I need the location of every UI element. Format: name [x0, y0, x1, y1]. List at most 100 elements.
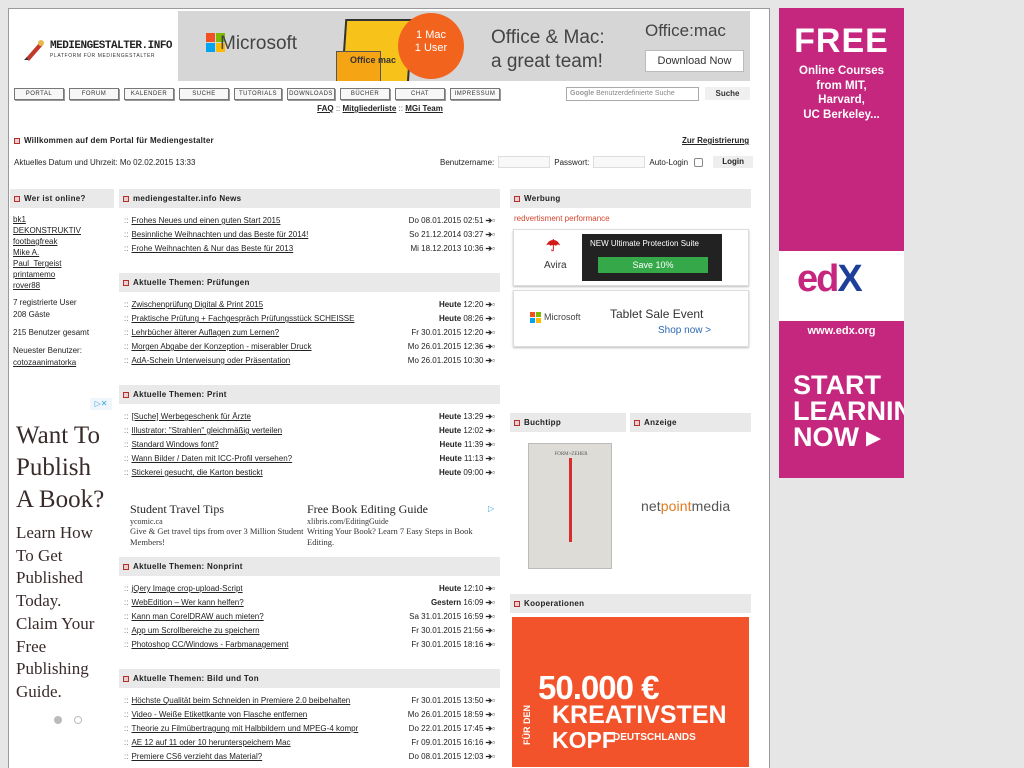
online-user-link[interactable]: footbagfreak	[13, 236, 111, 247]
netpointmedia-ad[interactable]: netpointmedia	[641, 498, 730, 514]
online-user-link[interactable]: Paul_Tergeist	[13, 258, 111, 269]
microsoft-tablet-ad[interactable]: Microsoft Tablet Sale Event Shop now >	[513, 290, 749, 347]
nav-item[interactable]: CHAT	[395, 88, 445, 100]
edx-cta[interactable]: STARTLEARNINGNOW ▸	[793, 372, 904, 451]
password-field[interactable]	[593, 156, 646, 168]
text-ad-block[interactable]: Student Travel Tips ycomic.ca Give & Get…	[119, 494, 500, 556]
member-list-link[interactable]: Mitgliederliste	[343, 104, 397, 113]
topic-link[interactable]: Frohe Weihnachten & Nur das Beste für 20…	[131, 244, 293, 253]
team-link[interactable]: MGi Team	[405, 104, 443, 113]
search-button[interactable]: Suche	[705, 87, 750, 100]
topic-link[interactable]: jQery Image crop-upload-Script	[131, 584, 242, 593]
license-badge: 1 Mac 1 User	[398, 13, 464, 79]
topic-link[interactable]: Standard Windows font?	[131, 440, 218, 449]
username-field[interactable]	[498, 156, 551, 168]
online-user-link[interactable]: bk1	[13, 214, 111, 225]
topic-link[interactable]: Illustrator: "Strahlen" gleichmäßig vert…	[131, 426, 282, 435]
publish-book-ad[interactable]: ▷✕ Want To Publish A Book? Learn How To Get…	[10, 398, 114, 738]
goto-last-post-icon[interactable]: ➔▫	[485, 230, 495, 239]
topic-link[interactable]: App um Scrollbereiche zu speichern	[131, 626, 259, 635]
adchoices-icon[interactable]: ▷	[488, 504, 500, 516]
topic-link[interactable]: AdA-Schein Unterweisung oder Präsentatio…	[131, 356, 290, 365]
goto-last-post-icon[interactable]: ➔▫	[485, 696, 495, 705]
nav-item[interactable]: PORTAL	[14, 88, 64, 100]
goto-last-post-icon[interactable]: ➔▫	[485, 752, 495, 761]
online-user-link[interactable]: printamemo	[13, 269, 111, 280]
topic-link[interactable]: [Suche] Werbegeschenk für Ärzte	[131, 412, 250, 421]
edx-ad[interactable]: FREE Online Courses from MIT, Harvard, UC B…	[779, 8, 904, 478]
goto-last-post-icon[interactable]: ➔▫	[485, 216, 495, 225]
goto-last-post-icon[interactable]: ➔▫	[485, 738, 495, 747]
nav-item[interactable]: KALENDER	[124, 88, 174, 100]
goto-last-post-icon[interactable]: ➔▫	[485, 626, 495, 635]
carousel-dot[interactable]	[54, 716, 62, 724]
newest-user-link[interactable]: cotozaanimatorka	[13, 358, 76, 367]
microsoft-office-banner[interactable]: Microsoft Office mac 1 Mac 1 User Office…	[178, 11, 750, 81]
register-link[interactable]: Zur Registrierung	[682, 136, 749, 145]
book-cover[interactable]: FORM+ZEHER	[528, 443, 612, 569]
download-now-button[interactable]: Download Now	[645, 50, 744, 72]
login-button[interactable]: Login	[713, 156, 754, 168]
nav-item[interactable]: FORUM	[69, 88, 119, 100]
goto-last-post-icon[interactable]: ➔▫	[485, 724, 495, 733]
topic-link[interactable]: Besinnliche Weihnachten und das Beste fü…	[131, 230, 308, 239]
search-input[interactable]: Google Benutzerdefinierte Suche	[566, 87, 699, 101]
nav-item[interactable]: DOWNLOADS	[287, 88, 335, 100]
ad-title[interactable]: Free Book Editing Guide	[307, 502, 482, 517]
topic-link[interactable]: Höchste Qualität beim Schneiden in Premi…	[131, 696, 350, 705]
site-logo[interactable]: MEDIENGESTALTER.INFO PLATFORM FÜR MEDIEN…	[18, 30, 183, 80]
advertiser-text[interactable]: redvertisment performance	[514, 214, 610, 223]
topic-link[interactable]: Praktische Prüfung + Fachgespräch Prüfun…	[131, 314, 354, 323]
topic-link[interactable]: Morgen Abgabe der Konzeption - miserable…	[131, 342, 311, 351]
ad-editing[interactable]: Free Book Editing Guide xlibris.com/Edit…	[307, 502, 482, 548]
goto-last-post-icon[interactable]: ➔▫	[485, 328, 495, 337]
row-bullet: ::	[124, 314, 129, 323]
goto-last-post-icon[interactable]: ➔▫	[485, 454, 495, 463]
topic-link[interactable]: Photoshop CC/Windows - Farbmanagement	[131, 640, 288, 649]
topic-link[interactable]: AE 12 auf 11 oder 10 herunterspeichern M…	[131, 738, 290, 747]
goto-last-post-icon[interactable]: ➔▫	[485, 314, 495, 323]
goto-last-post-icon[interactable]: ➔▫	[485, 300, 495, 309]
goto-last-post-icon[interactable]: ➔▫	[485, 426, 495, 435]
goto-last-post-icon[interactable]: ➔▫	[485, 356, 495, 365]
topic-link[interactable]: Stickerei gesucht, die Karton bestickt	[131, 468, 262, 477]
nav-item[interactable]: BÜCHER	[340, 88, 390, 100]
topic-link[interactable]: Video - Weiße Etikettkante von Flasche e…	[131, 710, 307, 719]
topic-link[interactable]: Wann Bilder / Daten mit ICC-Profil verse…	[131, 454, 292, 463]
goto-last-post-icon[interactable]: ➔▫	[485, 244, 495, 253]
goto-last-post-icon[interactable]: ➔▫	[485, 710, 495, 719]
goto-last-post-icon[interactable]: ➔▫	[485, 440, 495, 449]
topic-link[interactable]: Frohes Neues und einen guten Start 2015	[131, 216, 280, 225]
kreativsten-kopf-ad[interactable]: 50.000 € FÜR DEN KREATIVSTEN KOPF DEUTSC…	[512, 617, 749, 767]
goto-last-post-icon[interactable]: ➔▫	[485, 640, 495, 649]
avira-ad[interactable]: ☂ Avira NEW Ultimate Protection Suite Sa…	[513, 229, 749, 286]
goto-last-post-icon[interactable]: ➔▫	[485, 412, 495, 421]
online-user-link[interactable]: rover88	[13, 280, 111, 291]
topic-link[interactable]: Kann man CorelDRAW auch mieten?	[131, 612, 263, 621]
shop-now-link[interactable]: Shop now >	[658, 325, 711, 336]
date-day: Do	[408, 724, 419, 733]
goto-last-post-icon[interactable]: ➔▫	[485, 342, 495, 351]
nav-item[interactable]: IMPRESSUM	[450, 88, 500, 100]
ad-travel[interactable]: Student Travel Tips ycomic.ca Give & Get…	[130, 502, 305, 548]
nav-item[interactable]: SUCHE	[179, 88, 229, 100]
topic-link[interactable]: Theorie zu Filmübertragung mit Halbbilde…	[131, 724, 358, 733]
faq-link[interactable]: FAQ	[317, 104, 333, 113]
topic-link[interactable]: WebEdition – Wer kann helfen?	[131, 598, 243, 607]
online-user-link[interactable]: DEKONSTRUKTIV	[13, 225, 111, 236]
topic-date: Heute 11:39 ➔▫	[440, 438, 495, 452]
topic-link[interactable]: Lehrbücher älterer Auflagen zum Lernen?	[131, 328, 279, 337]
carousel-dot[interactable]	[74, 716, 82, 724]
topic-link[interactable]: Premiere CS6 verzieht das Material?	[131, 752, 262, 761]
goto-last-post-icon[interactable]: ➔▫	[485, 598, 495, 607]
adchoices-icon[interactable]: ▷✕	[90, 398, 112, 410]
ad-title[interactable]: Student Travel Tips	[130, 502, 305, 517]
goto-last-post-icon[interactable]: ➔▫	[485, 584, 495, 593]
save-button[interactable]: Save 10%	[598, 257, 708, 273]
auto-login-checkbox[interactable]	[694, 157, 704, 167]
goto-last-post-icon[interactable]: ➔▫	[485, 468, 495, 477]
topic-link[interactable]: Zwischenprüfung Digital & Print 2015	[131, 300, 263, 309]
nav-item[interactable]: TUTORIALS	[234, 88, 282, 100]
online-user-link[interactable]: Mike A.	[13, 247, 111, 258]
goto-last-post-icon[interactable]: ➔▫	[485, 612, 495, 621]
